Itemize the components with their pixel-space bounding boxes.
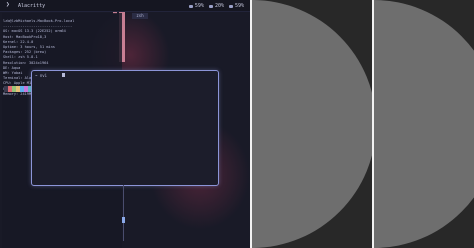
half-circle-graphic bbox=[374, 0, 474, 248]
memory-icon bbox=[228, 4, 233, 8]
neofetch-line: OS: macOS 13.3 (22E252) arm64 bbox=[3, 29, 66, 34]
half-circle-shape bbox=[252, 0, 372, 248]
split-handle[interactable] bbox=[122, 217, 125, 223]
menu-bar: ❯ Alacritty 59% 20% 59% bbox=[0, 0, 250, 12]
screen: ❯ Alacritty 59% 20% 59% lzb@lzbMichaels-… bbox=[0, 0, 474, 248]
half-circle-graphic bbox=[252, 0, 372, 248]
apple-icon[interactable]: ❯ bbox=[6, 2, 11, 8]
image-panel-left bbox=[252, 0, 372, 248]
battery-value: 59% bbox=[194, 3, 204, 9]
cpu-value: 20% bbox=[214, 3, 224, 9]
cpu-icon bbox=[208, 4, 213, 8]
desktop-area: ❯ Alacritty 59% 20% 59% lzb@lzbMichaels-… bbox=[0, 0, 250, 248]
split-divider[interactable] bbox=[123, 185, 124, 241]
app-title: Alacritty bbox=[18, 3, 46, 9]
half-circle-shape bbox=[374, 0, 474, 248]
memory-status[interactable]: 59% bbox=[228, 3, 244, 9]
image-panel-right bbox=[374, 0, 474, 248]
memory-value: 59% bbox=[234, 3, 244, 9]
window-tab[interactable]: zsh bbox=[132, 13, 148, 19]
cpu-status[interactable]: 20% bbox=[208, 3, 224, 9]
floating-terminal-window[interactable]: ~ nvi bbox=[31, 70, 219, 186]
text-cursor bbox=[62, 73, 65, 77]
status-indicators: 59% 20% 59% bbox=[188, 3, 244, 9]
battery-status[interactable]: 59% bbox=[188, 3, 204, 9]
terminal-prompt: ~ nvi bbox=[35, 73, 48, 78]
battery-icon bbox=[188, 4, 193, 8]
